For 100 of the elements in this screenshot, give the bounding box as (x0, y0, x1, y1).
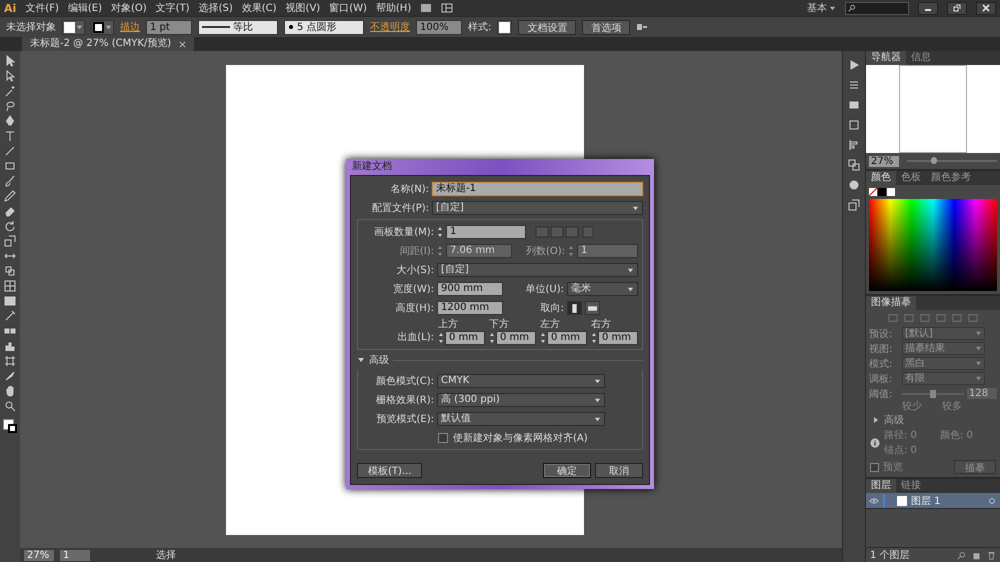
dialog-button[interactable]: 模板(T)... (357, 463, 422, 478)
dialog-button[interactable]: 取消 (595, 463, 643, 478)
layer-row[interactable]: 图层 1 (866, 493, 1000, 509)
slider-thumb[interactable] (930, 390, 936, 398)
target-icon[interactable] (987, 496, 997, 504)
panel-tab[interactable]: 颜色参考 (926, 171, 976, 185)
disclosure-icon[interactable] (872, 416, 880, 424)
stroke-link[interactable]: 描边 (120, 20, 140, 34)
pathfinder-icon[interactable] (848, 159, 860, 171)
zoom-field[interactable]: 27% (869, 156, 899, 166)
text-field[interactable]: 0 mm (598, 331, 638, 345)
spinner-icon[interactable] (437, 226, 443, 238)
menu-item[interactable]: 文件(F) (25, 1, 59, 15)
zoom-dropdown[interactable]: 27% (24, 550, 54, 560)
opacity-link[interactable]: 不透明度 (370, 20, 410, 34)
workspace-dropdown[interactable]: 基本 (807, 1, 836, 15)
landscape-button[interactable] (585, 301, 600, 315)
slider-thumb[interactable] (931, 157, 937, 164)
lasso-icon[interactable] (4, 100, 16, 112)
dropdown[interactable]: CMYK (437, 374, 605, 388)
text-field[interactable]: 900 mm (437, 282, 503, 296)
stroke-swatch[interactable] (91, 20, 114, 34)
dropdown[interactable]: [默认] (902, 327, 985, 340)
align-icon[interactable] (848, 139, 860, 151)
zoom-icon[interactable] (4, 400, 16, 412)
text-icon[interactable] (4, 130, 16, 142)
dropdown[interactable]: 毫米 (567, 282, 638, 296)
line-icon[interactable] (4, 145, 16, 157)
bar-chart-icon[interactable] (4, 340, 16, 352)
color-swatch[interactable] (887, 188, 895, 196)
trace-button[interactable]: 描摹 (954, 460, 996, 474)
text-field[interactable]: 0 mm (445, 331, 485, 345)
shape-builder-icon[interactable] (4, 265, 16, 277)
menu-item[interactable]: 编辑(E) (68, 1, 102, 15)
color-swatch[interactable] (878, 188, 886, 196)
menu-item[interactable]: 窗口(W) (329, 1, 367, 15)
bridge-icon[interactable] (420, 2, 432, 14)
text-field[interactable]: 1 (446, 225, 526, 239)
panel-tab[interactable]: 链接 (896, 479, 926, 493)
restore-button[interactable] (947, 2, 967, 14)
stroke-lines-icon[interactable] (848, 79, 860, 91)
opacity-field[interactable]: 100% (416, 20, 462, 34)
arrange-icon[interactable] (636, 21, 648, 33)
dropdown[interactable]: 高 (300 ppi) (437, 393, 605, 407)
panel-tab[interactable]: 图层 (866, 479, 896, 493)
checkbox[interactable] (870, 462, 879, 472)
play-icon[interactable] (848, 59, 860, 71)
rotate-icon[interactable] (4, 220, 16, 232)
menu-item[interactable]: 文字(T) (156, 1, 190, 15)
threshold-field[interactable]: 128 (967, 388, 997, 399)
panel-tab[interactable]: 信息 (906, 51, 936, 65)
search-field[interactable] (845, 2, 909, 14)
rectangle-icon[interactable] (4, 160, 16, 172)
document-tab[interactable]: 未标题-2 @ 27% (CMYK/预览) (22, 37, 194, 51)
panel-tab[interactable]: 颜色 (866, 171, 896, 185)
layered-squares-icon[interactable] (848, 199, 860, 211)
fill-stroke-icon[interactable] (3, 419, 17, 433)
artboard-dropdown[interactable]: 1 (60, 550, 90, 560)
menu-item[interactable]: 对象(O) (110, 1, 147, 15)
brush-dropdown[interactable]: 5 点圆形 (284, 20, 364, 34)
spinner-icon[interactable] (568, 245, 574, 257)
wand-icon[interactable] (4, 85, 16, 97)
text-field[interactable]: 1200 mm (437, 301, 503, 315)
none-swatch-icon[interactable] (869, 188, 877, 196)
dropdown[interactable]: 默认值 (437, 412, 605, 426)
search-icon[interactable] (957, 550, 966, 560)
text-field[interactable]: 0 mm (547, 331, 587, 345)
spinner-icon[interactable] (437, 245, 443, 257)
eyedropper-icon[interactable] (4, 310, 16, 322)
dropdown[interactable]: 黑白 (902, 357, 985, 370)
close-button[interactable] (976, 2, 996, 14)
panel-tab[interactable]: 导航器 (866, 51, 906, 65)
layout-icon[interactable] (441, 2, 454, 14)
dialog-button[interactable]: 确定 (543, 463, 591, 478)
minimize-button[interactable] (918, 2, 938, 14)
hollow-arrow-icon[interactable] (4, 70, 16, 82)
dropdown[interactable]: [自定] (437, 263, 638, 277)
style-swatch[interactable] (497, 20, 512, 34)
panel-tab[interactable]: 色板 (896, 171, 926, 185)
eraser-icon[interactable] (4, 205, 16, 217)
pen-icon[interactable] (4, 115, 16, 127)
new-layer-icon[interactable] (972, 550, 981, 560)
menu-item[interactable]: 选择(S) (198, 1, 233, 15)
stroke-weight-field[interactable]: 1 pt (146, 20, 192, 34)
mesh-icon[interactable] (4, 280, 16, 292)
text-field[interactable]: 未标题-1 (432, 182, 643, 196)
disclosure-icon[interactable] (357, 356, 365, 364)
menu-item[interactable]: 效果(C) (242, 1, 277, 15)
trash-icon[interactable] (987, 550, 996, 560)
scale-icon[interactable] (4, 235, 16, 247)
arrow-icon[interactable] (4, 55, 16, 67)
toolbar-button[interactable]: 首选项 (582, 20, 630, 34)
color-spectrum[interactable] (869, 199, 997, 291)
dropdown[interactable]: [自定] (432, 201, 643, 215)
toolbar-button[interactable]: 文档设置 (518, 20, 576, 34)
pencil-icon[interactable] (4, 190, 16, 202)
menu-item[interactable]: 视图(V) (286, 1, 320, 15)
stroke-profile-dropdown[interactable]: 等比 (198, 20, 278, 34)
artboard-icon[interactable] (4, 355, 16, 367)
hand-icon[interactable] (4, 385, 16, 397)
